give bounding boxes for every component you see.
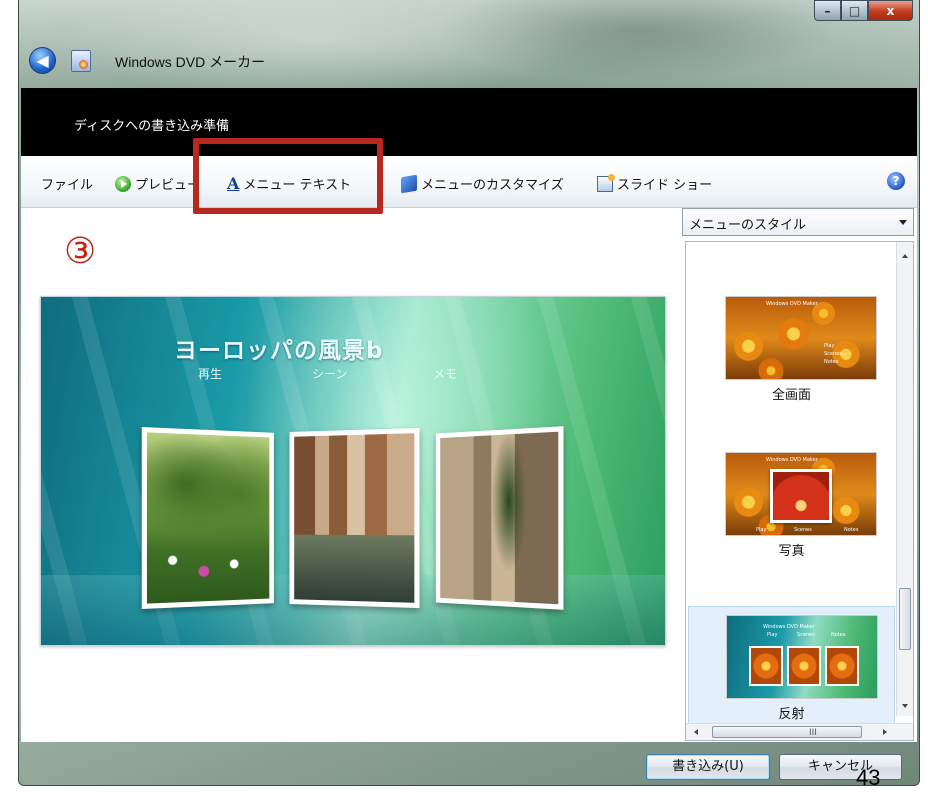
style-item-label: 反射 xyxy=(778,707,805,722)
close-button[interactable]: x xyxy=(868,0,913,21)
style-item-label: 写真 xyxy=(778,544,805,559)
cancel-button[interactable]: キャンセル xyxy=(779,754,902,780)
preview-photo-alley xyxy=(435,426,564,610)
menu-preview: ヨーロッパの風景b 再生 シーン メモ xyxy=(40,296,666,646)
horizontal-scrollbar[interactable]: III xyxy=(686,723,913,740)
thumb-framed-photo xyxy=(770,469,832,523)
thumb-link: Play xyxy=(824,343,835,349)
scroll-left-icon[interactable] xyxy=(694,729,698,735)
scroll-grip: III xyxy=(809,728,817,738)
glass-background xyxy=(19,0,919,88)
slide-show-button[interactable]: スライド ショー xyxy=(597,173,713,193)
vertical-scroll-thumb[interactable] xyxy=(899,588,911,650)
title-bar: ◀ Windows DVD メーカー – □ x xyxy=(19,0,919,88)
horizontal-scroll-thumb[interactable]: III xyxy=(712,726,862,738)
play-preview-icon xyxy=(115,175,131,192)
scroll-down-icon[interactable] xyxy=(902,704,908,708)
caption-buttons: – □ x xyxy=(814,0,913,22)
step-title: ディスクへの書き込み準備 xyxy=(74,119,230,134)
disc-title: ヨーロッパの風景b xyxy=(174,338,384,364)
preview-photo-garden xyxy=(141,427,274,609)
style-item-label: 全画面 xyxy=(771,388,811,403)
scroll-up-icon[interactable] xyxy=(902,254,908,258)
thumb-link: Scenes xyxy=(824,351,842,357)
slide-page-number: 43 xyxy=(856,765,881,790)
menu-style-list: Windows DVD Maker Play Scenes Notes 全画面 … xyxy=(685,241,914,741)
preview-button[interactable]: プレビュー xyxy=(115,174,200,193)
back-arrow-icon[interactable]: ◀ xyxy=(29,47,56,74)
thumb-link: Notes xyxy=(824,359,839,365)
slide-show-label: スライド ショー xyxy=(617,178,713,193)
customize-menu-button[interactable]: メニューのカスタマイズ xyxy=(401,174,564,193)
menu-style-dropdown[interactable]: メニューのスタイル xyxy=(682,208,914,236)
maximize-button[interactable]: □ xyxy=(841,0,868,21)
style-item-photo[interactable]: Windows DVD Maker Play Scenes Notes 写真 xyxy=(688,444,895,574)
menu-file-label: ファイル xyxy=(41,178,94,193)
style-thumbnail-photo: Windows DVD Maker Play Scenes Notes xyxy=(725,452,877,536)
menu-link-scenes[interactable]: シーン xyxy=(312,365,347,382)
menu-style-dropdown-label: メニューのスタイル xyxy=(689,218,807,233)
thumb-title: Windows DVD Maker xyxy=(766,457,818,463)
menu-link-notes[interactable]: メモ xyxy=(433,365,457,382)
style-thumbnail-reflection: Windows DVD Maker Play Scenes Notes xyxy=(726,615,878,699)
scroll-right-icon[interactable] xyxy=(883,729,887,735)
thumb-title: Windows DVD Maker xyxy=(763,624,815,630)
annotation-highlight-box xyxy=(193,138,383,214)
minimize-button[interactable]: – xyxy=(814,0,841,21)
customize-menu-label: メニューのカスタマイズ xyxy=(421,178,564,193)
menu-link-play[interactable]: 再生 xyxy=(198,365,222,382)
thumb-link: Notes xyxy=(831,632,846,638)
menu-file[interactable]: ファイル xyxy=(41,174,93,193)
toolbar: ファイル プレビュー A メニュー テキスト メニューのカスタマイズ スライド … xyxy=(21,156,917,208)
customize-icon xyxy=(401,174,417,193)
style-item-reflection[interactable]: Windows DVD Maker Play Scenes Notes 反射 xyxy=(688,606,895,736)
thumb-mini-photo xyxy=(825,646,859,686)
step-number-marker: ③ xyxy=(64,231,97,272)
thumb-title: Windows DVD Maker xyxy=(766,301,818,307)
style-item-fullscreen[interactable]: Windows DVD Maker Play Scenes Notes 全画面 xyxy=(688,288,895,418)
vertical-scrollbar[interactable] xyxy=(896,242,913,716)
thumb-mini-photo xyxy=(787,646,821,686)
thumb-link: Play xyxy=(756,527,767,533)
write-button[interactable]: 書き込み(U) xyxy=(646,754,770,780)
slideshow-icon xyxy=(597,173,615,192)
thumb-link: Notes xyxy=(844,527,859,533)
preview-label: プレビュー xyxy=(135,178,201,193)
style-thumbnail-fullscreen: Windows DVD Maker Play Scenes Notes xyxy=(725,296,877,380)
thumb-mini-photo xyxy=(749,646,783,686)
window-title: Windows DVD メーカー xyxy=(115,54,266,70)
thumb-link: Scenes xyxy=(794,527,812,533)
thumb-link: Play xyxy=(767,632,778,638)
step-header: ディスクへの書き込み準備 xyxy=(21,88,917,156)
help-icon[interactable]: ? xyxy=(887,172,905,190)
thumb-link: Scenes xyxy=(797,632,815,638)
dvd-maker-app-icon xyxy=(71,50,91,72)
preview-photo-canal xyxy=(289,427,420,609)
chevron-down-icon xyxy=(899,220,907,225)
